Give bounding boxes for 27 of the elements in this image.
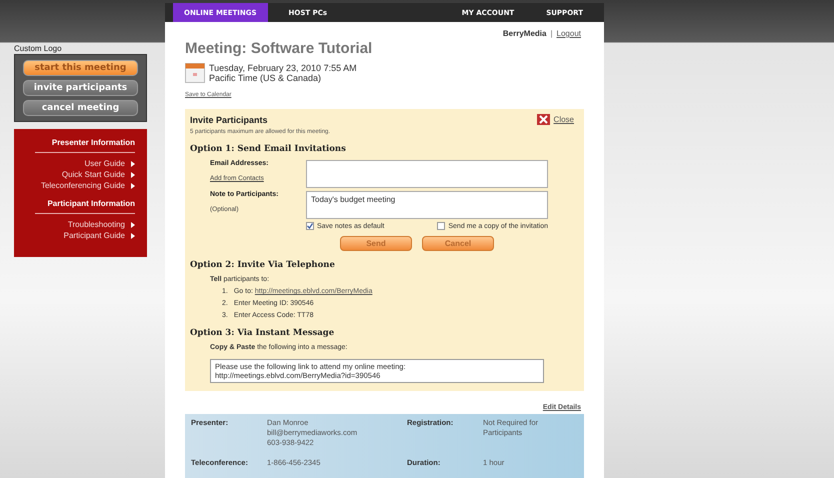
guide-link[interactable]: User Guide — [84, 158, 125, 169]
close-button[interactable]: Close — [530, 113, 578, 126]
separator: | — [550, 29, 553, 38]
logo-label: Custom Logo — [14, 44, 63, 53]
guide-link[interactable]: Teleconferencing Guide — [40, 180, 125, 191]
note-field[interactable]: Today's budget meeting — [306, 191, 548, 219]
meeting-title: Meeting: Software Tutorial — [185, 40, 374, 57]
guide-link[interactable]: Participant Guide — [64, 230, 125, 241]
section-heading: Presenter Information — [35, 138, 135, 153]
checkbox[interactable] — [437, 222, 446, 230]
guide-link[interactable]: Troubleshooting — [68, 219, 125, 230]
action-button[interactable]: cancel meeting — [23, 100, 138, 116]
option-heading: Option 1: Send Email Invitations — [190, 144, 347, 154]
email-field[interactable] — [306, 160, 548, 188]
logout-link[interactable]: Logout — [556, 29, 581, 38]
panel-title: Invite Participants — [190, 114, 268, 124]
option-heading: Option 3: Via Instant Message — [190, 328, 336, 338]
meeting-timezone: Pacific Time (US & Canada) — [209, 73, 322, 83]
action-button[interactable]: invite participants — [23, 80, 138, 96]
meeting-date: Tuesday, February 23, 2010 7:55 AM — [209, 63, 357, 73]
close-icon — [536, 114, 550, 125]
account-name: BerryMedia — [502, 29, 546, 38]
guide-link[interactable]: Quick Start Guide — [62, 169, 125, 180]
section-heading: Participant Information — [35, 199, 135, 214]
calendar-icon — [185, 63, 205, 83]
option-heading: Option 2: Invite Via Telephone — [190, 260, 336, 270]
checkbox[interactable] — [306, 222, 314, 230]
